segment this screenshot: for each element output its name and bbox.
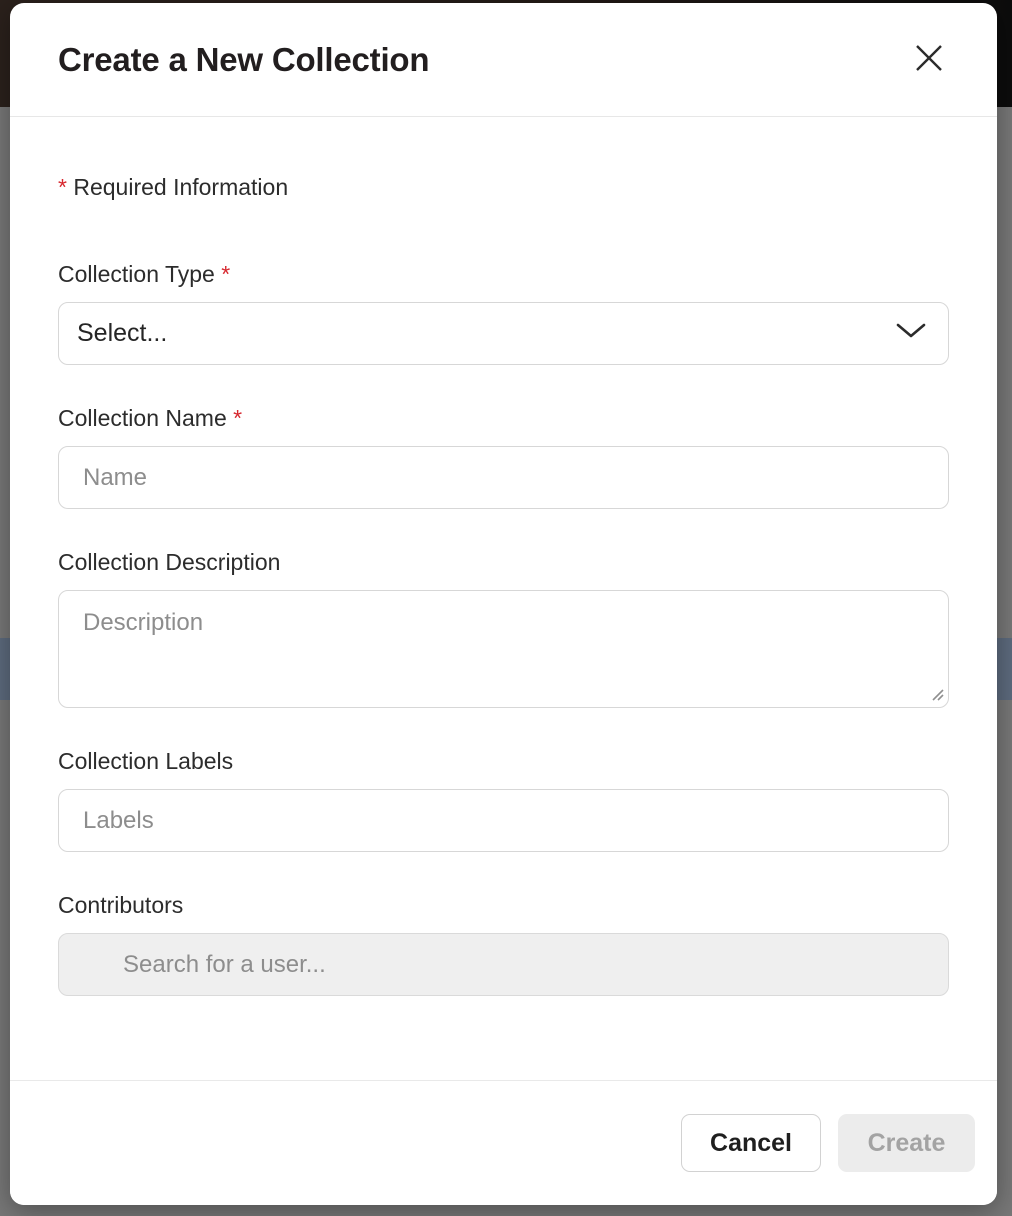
collection-labels-label: Collection Labels xyxy=(58,748,949,775)
collection-name-required-asterisk: * xyxy=(233,405,242,431)
collection-description-label: Collection Description xyxy=(58,549,949,576)
close-icon xyxy=(914,43,944,76)
contributors-search-input[interactable] xyxy=(58,933,949,996)
required-asterisk: * xyxy=(58,174,67,200)
contributors-label: Contributors xyxy=(58,892,949,919)
collection-description-textarea[interactable] xyxy=(58,590,949,708)
close-button[interactable] xyxy=(907,38,951,82)
modal-header: Create a New Collection xyxy=(10,3,997,117)
collection-type-select[interactable]: Select... xyxy=(58,302,949,365)
modal-footer: Cancel Create xyxy=(10,1080,997,1205)
required-note-text: Required Information xyxy=(73,174,288,200)
collection-type-label-text: Collection Type xyxy=(58,261,215,287)
modal-title: Create a New Collection xyxy=(58,41,429,79)
textarea-resize-handle-icon[interactable] xyxy=(929,686,945,702)
collection-type-label: Collection Type * xyxy=(58,261,949,288)
create-collection-modal: Create a New Collection * Required Infor… xyxy=(10,3,997,1205)
modal-body: * Required Information Collection Type *… xyxy=(10,174,997,996)
collection-name-input[interactable] xyxy=(58,446,949,509)
field-contributors: Contributors xyxy=(58,892,949,996)
required-information-note: * Required Information xyxy=(58,174,949,201)
collection-name-label-text: Collection Name xyxy=(58,405,227,431)
collection-type-selected-value: Select... xyxy=(77,319,167,348)
field-collection-type: Collection Type * Select... xyxy=(58,261,949,365)
field-collection-labels: Collection Labels xyxy=(58,748,949,852)
field-collection-description: Collection Description xyxy=(58,549,949,708)
field-collection-name: Collection Name * xyxy=(58,405,949,509)
cancel-button[interactable]: Cancel xyxy=(681,1114,821,1172)
collection-type-required-asterisk: * xyxy=(221,261,230,287)
collection-labels-input[interactable] xyxy=(58,789,949,852)
collection-name-label: Collection Name * xyxy=(58,405,949,432)
chevron-down-icon xyxy=(896,323,926,344)
create-button[interactable]: Create xyxy=(838,1114,975,1172)
